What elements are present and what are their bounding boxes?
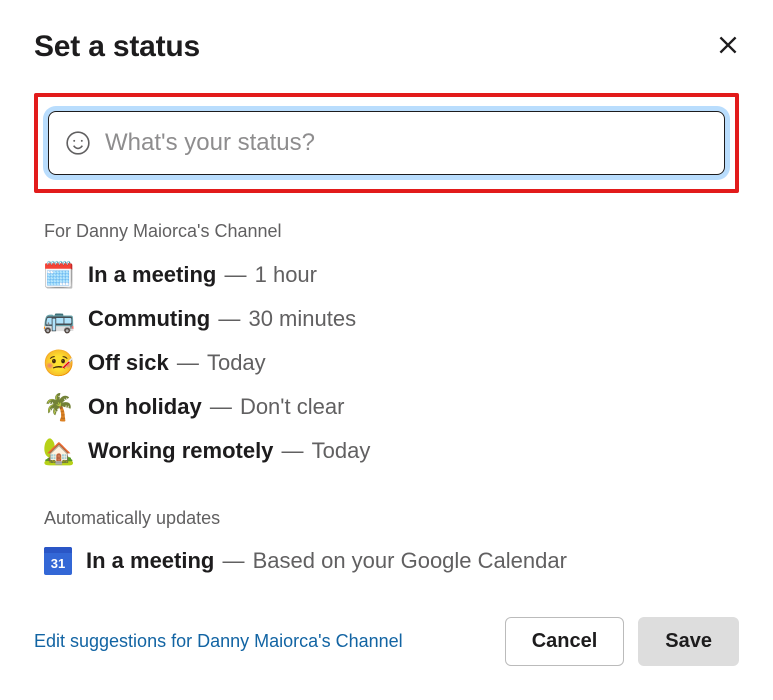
bus-emoji-icon: 🚌 <box>44 304 74 334</box>
calendar-emoji-icon: 🗓️ <box>44 260 74 290</box>
suggestion-commuting[interactable]: 🚌 Commuting — 30 minutes <box>44 304 739 334</box>
footer-buttons: Cancel Save <box>505 617 739 666</box>
status-input-wrap[interactable] <box>48 111 725 175</box>
suggestion-list: 🗓️ In a meeting — 1 hour 🚌 Commuting — 3… <box>44 260 739 466</box>
section-label-channel: For Danny Maiorca's Channel <box>44 221 739 242</box>
suggestion-label: Off sick <box>88 350 169 375</box>
suggestion-label: In a meeting <box>86 548 214 573</box>
dash: — <box>220 548 252 573</box>
dash: — <box>216 306 248 331</box>
suggestion-duration: Today <box>207 350 266 375</box>
dash: — <box>175 350 207 375</box>
dash: — <box>208 394 240 419</box>
smiley-icon[interactable] <box>65 130 91 156</box>
suggestion-duration: 1 hour <box>255 262 317 287</box>
suggestion-holiday[interactable]: 🌴 On holiday — Don't clear <box>44 392 739 422</box>
close-button[interactable] <box>711 28 745 65</box>
modal-footer: Edit suggestions for Danny Maiorca's Cha… <box>34 617 739 666</box>
suggestion-label: Working remotely <box>88 438 273 463</box>
dash: — <box>222 262 254 287</box>
suggestion-duration: Don't clear <box>240 394 344 419</box>
suggestion-label: Commuting <box>88 306 210 331</box>
modal-title: Set a status <box>34 30 200 64</box>
suggestion-meeting[interactable]: 🗓️ In a meeting — 1 hour <box>44 260 739 290</box>
section-label-auto: Automatically updates <box>44 508 739 529</box>
input-highlight-box <box>34 93 739 193</box>
suggestion-duration: 30 minutes <box>248 306 356 331</box>
save-button[interactable]: Save <box>638 617 739 666</box>
palm-emoji-icon: 🌴 <box>44 392 74 422</box>
suggestion-remote[interactable]: 🏡 Working remotely — Today <box>44 436 739 466</box>
suggestion-sick[interactable]: 🤒 Off sick — Today <box>44 348 739 378</box>
close-icon <box>715 32 741 58</box>
set-status-modal: Set a status For Danny Maiorca's Channel… <box>0 0 773 690</box>
modal-header: Set a status <box>34 28 739 65</box>
suggestion-label: In a meeting <box>88 262 216 287</box>
status-input[interactable] <box>91 112 724 174</box>
auto-suggestion-calendar[interactable]: 31 In a meeting — Based on your Google C… <box>44 547 739 575</box>
edit-suggestions-link[interactable]: Edit suggestions for Danny Maiorca's Cha… <box>34 631 403 652</box>
sick-emoji-icon: 🤒 <box>44 348 74 378</box>
dash: — <box>280 438 312 463</box>
suggestion-duration: Based on your Google Calendar <box>253 548 567 573</box>
house-emoji-icon: 🏡 <box>44 436 74 466</box>
suggestion-duration: Today <box>312 438 371 463</box>
cancel-button[interactable]: Cancel <box>505 617 625 666</box>
google-calendar-icon: 31 <box>44 547 72 575</box>
auto-suggestion-list: 31 In a meeting — Based on your Google C… <box>44 547 739 575</box>
suggestion-label: On holiday <box>88 394 202 419</box>
